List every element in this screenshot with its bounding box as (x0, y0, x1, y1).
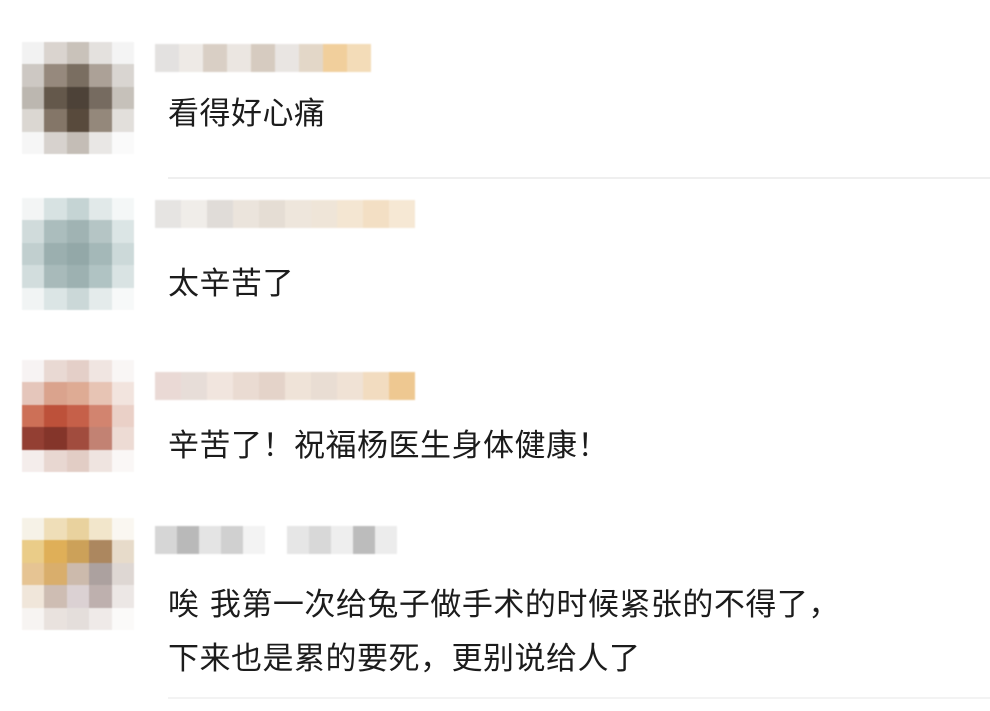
comment-item: 太辛苦了 (0, 180, 990, 350)
username-blurred[interactable] (155, 200, 415, 228)
comment-text: 辛苦了！祝福杨医生身体健康！ (168, 428, 609, 464)
comment-divider (168, 177, 990, 179)
username-blurred[interactable] (155, 44, 371, 72)
avatar[interactable] (22, 42, 134, 154)
comment-divider (168, 697, 990, 699)
comment-text: 唉 我第一次给兔子做手术的时候紧张的不得了， 下来也是累的要死，更别说给人了 (168, 587, 840, 677)
avatar[interactable] (22, 360, 134, 472)
comment-text: 看得好心痛 (168, 96, 326, 132)
comment-item: 唉 我第一次给兔子做手术的时候紧张的不得了， 下来也是累的要死，更别说给人了 (0, 510, 990, 711)
comment-text: 太辛苦了 (168, 266, 294, 302)
comment-item: 看得好心痛 (0, 0, 990, 180)
avatar[interactable] (22, 198, 134, 310)
avatar[interactable] (22, 518, 134, 630)
username-blurred[interactable] (155, 526, 397, 554)
comment-item: 辛苦了！祝福杨医生身体健康！ (0, 350, 990, 510)
username-blurred[interactable] (155, 372, 415, 400)
